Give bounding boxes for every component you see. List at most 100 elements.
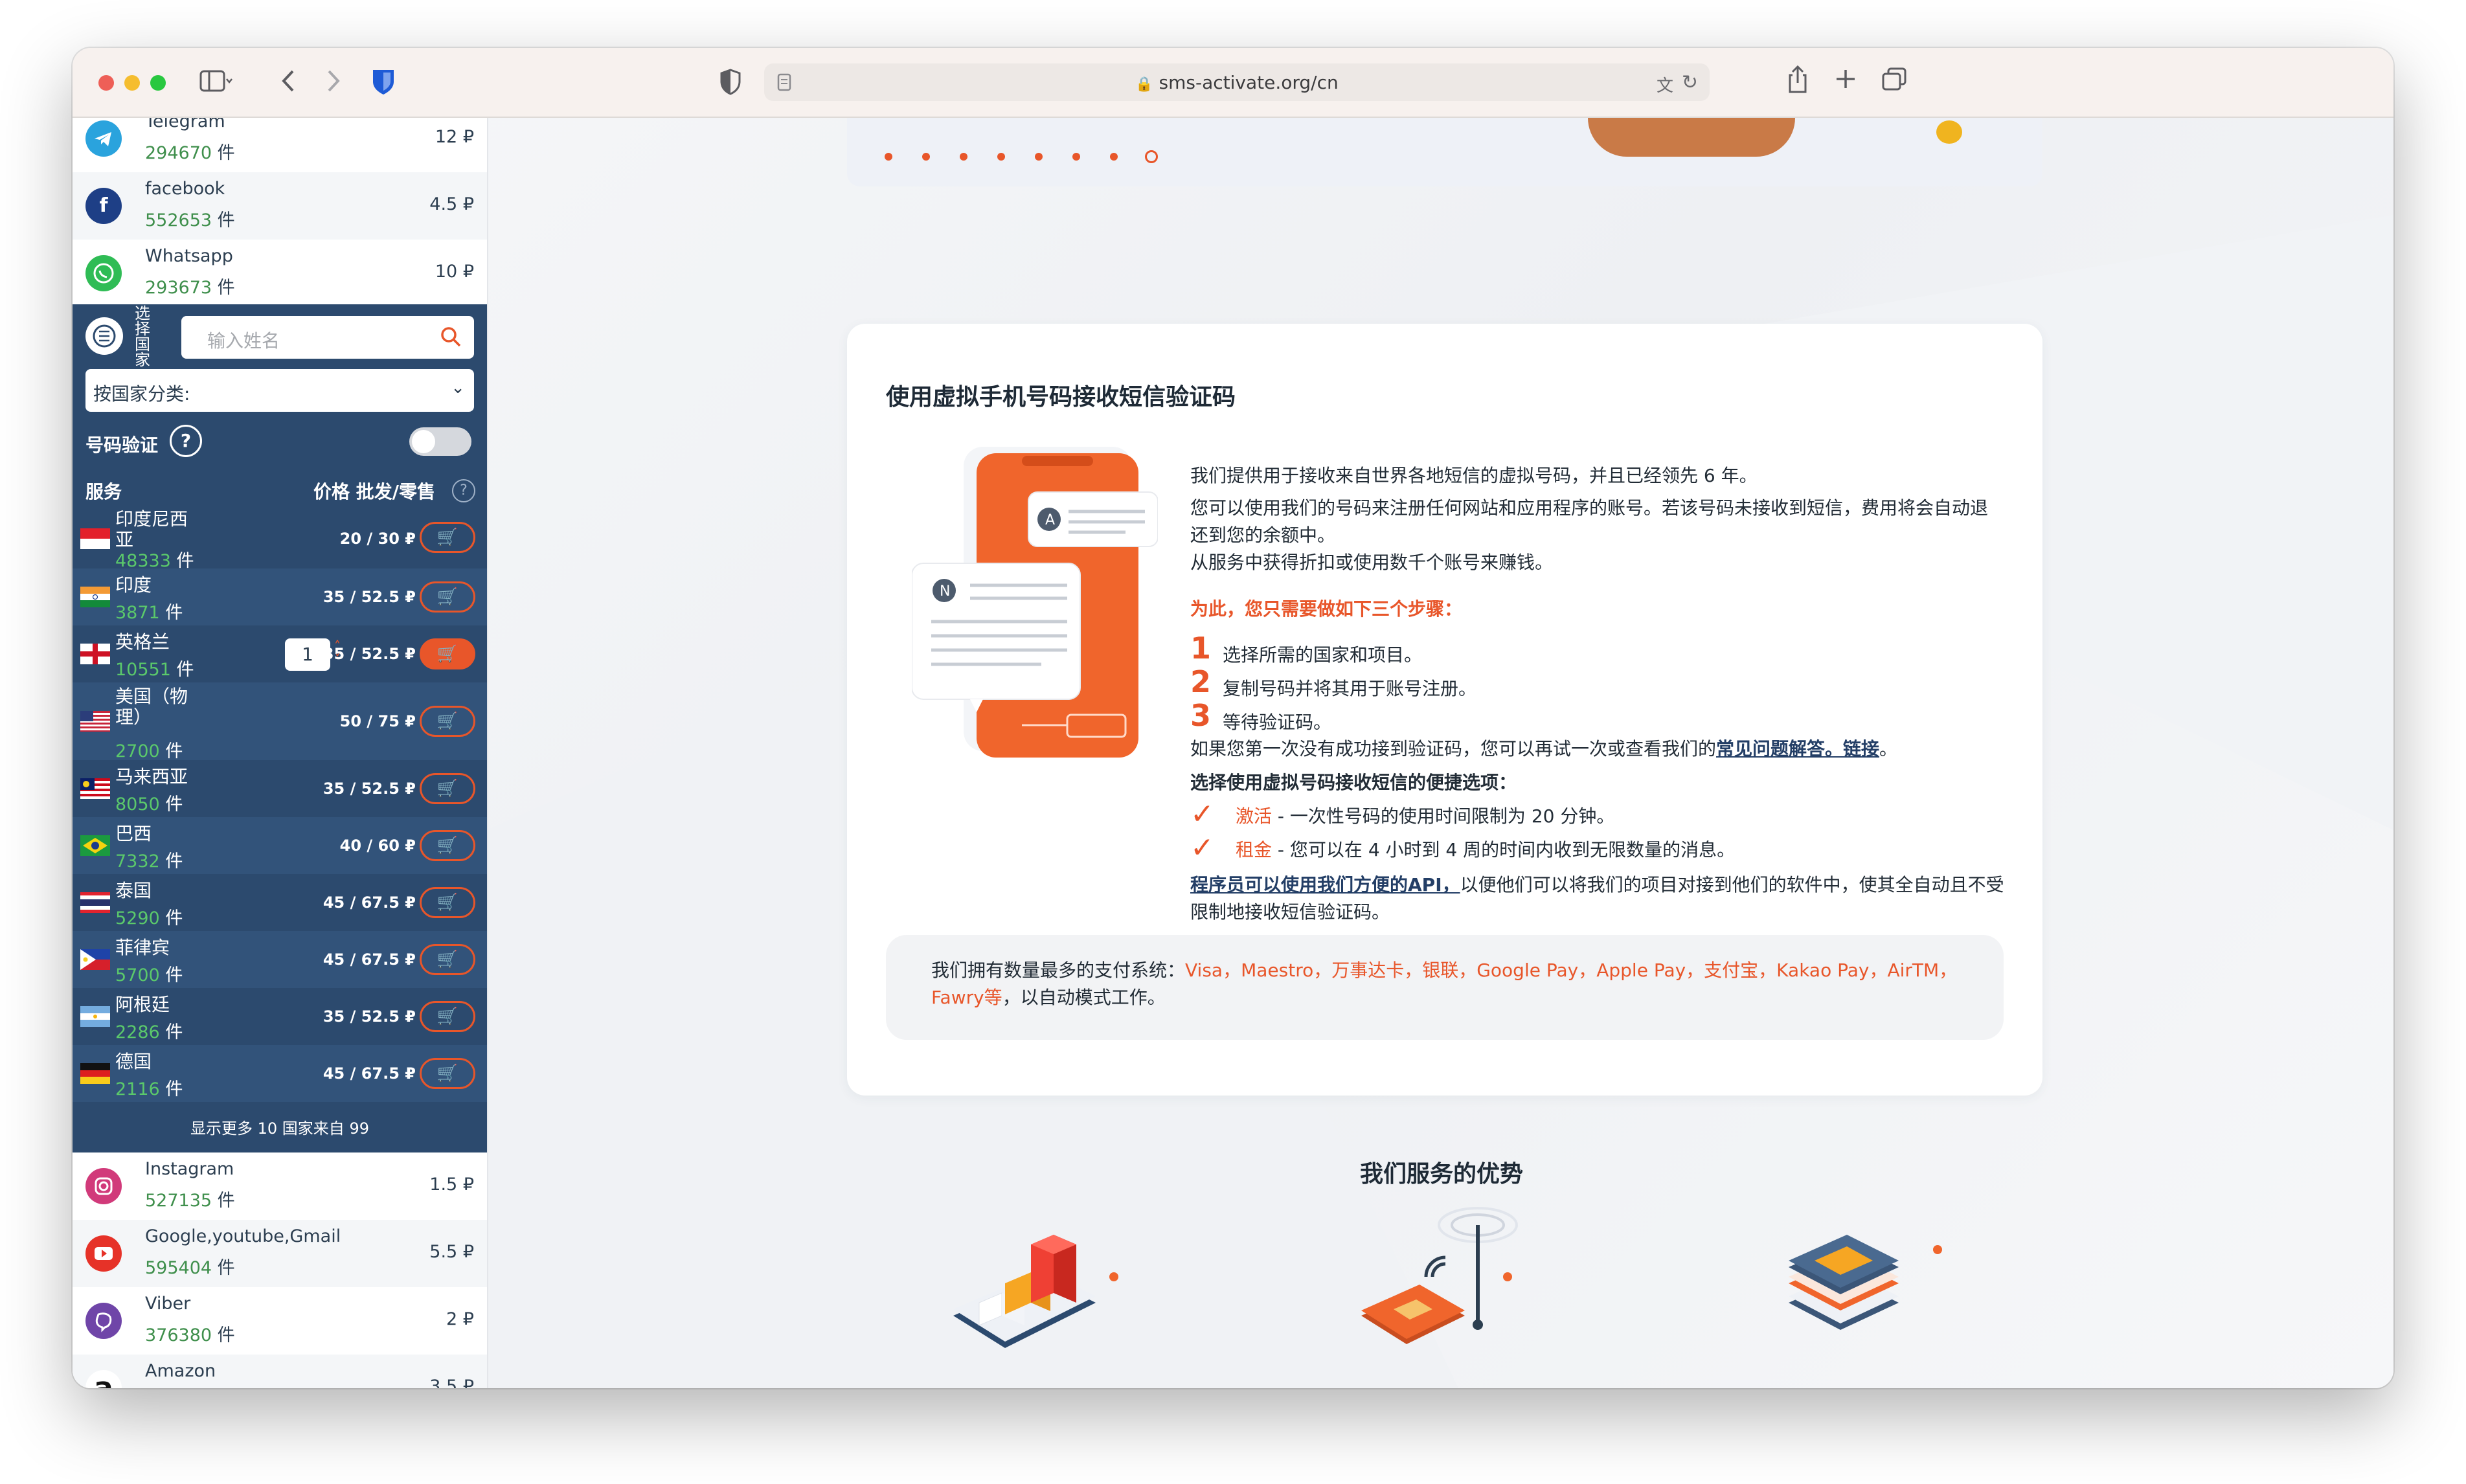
carousel-dot[interactable] <box>997 153 1005 161</box>
cart-icon: 🛒 <box>436 1007 458 1026</box>
country-count: 5700 件 <box>115 965 183 985</box>
api-line-2: 限制地接收短信验证码。 <box>1190 901 1390 923</box>
service-name: Viber <box>145 1294 191 1314</box>
verification-toggle[interactable] <box>409 427 471 456</box>
cart-button[interactable]: 🛒 <box>420 944 475 975</box>
service-name: facebook <box>145 179 225 199</box>
country-price: 40 / 60 ₽ <box>339 837 416 855</box>
svg-text:N: N <box>940 583 950 600</box>
reload-icon[interactable]: ↻ <box>1682 71 1698 94</box>
thailand-flag-icon <box>80 892 110 913</box>
carousel-dot[interactable] <box>1072 153 1080 161</box>
carousel-dot[interactable] <box>960 153 967 161</box>
country-row-england[interactable]: 英格兰 10551 件 1 ˄ ˅ 35 / 52.5 ₽ 🛒 <box>73 625 487 682</box>
address-bar[interactable]: 🔒 sms-activate.org/cn 文 ↻ <box>764 63 1710 101</box>
back-icon[interactable] <box>278 67 298 98</box>
service-row-instagram[interactable]: Instagram 527135 件 1.5 ₽ <box>73 1152 487 1221</box>
country-row-malaysia[interactable]: 马来西亚 8050 件 35 / 52.5 ₽ 🛒 <box>73 760 487 817</box>
forward-icon[interactable] <box>324 67 343 98</box>
carousel-dot[interactable] <box>1035 153 1043 161</box>
search-icon[interactable] <box>439 325 462 354</box>
country-row-usa[interactable]: 美国（物理） 2700 件 50 / 75 ₽ 🛒 <box>73 682 487 761</box>
intro-line: 从服务中获得折扣或使用数千个账号来赚钱。 <box>1190 552 1554 573</box>
service-row-viber[interactable]: Viber 376380 件 2 ₽ <box>73 1287 487 1356</box>
service-row-amazon[interactable]: a Amazon 3.5 ₽ <box>73 1355 487 1388</box>
service-row-whatsapp[interactable]: Whatsapp 293673 件 10 ₽ <box>73 240 487 308</box>
step-text: 复制号码并将其用于账号注册。 <box>1223 678 1477 699</box>
usa-flag-icon <box>80 711 110 732</box>
zoom-window-button[interactable] <box>150 75 166 91</box>
sim-cards-illustration <box>1789 1235 1942 1330</box>
youtube-icon <box>85 1235 122 1272</box>
country-row-indonesia[interactable]: 印度尼西亚 48333 件 20 / 30 ₽ 🛒 <box>73 506 487 571</box>
faq-link[interactable]: 常见问题解答。链接 <box>1716 738 1879 759</box>
api-line: 程序员可以使用我们方便的API，以便他们可以将我们的项目对接到他们的软件中，使其… <box>1190 874 2004 895</box>
cart-button[interactable]: 🛒 <box>420 1058 475 1089</box>
sidebar-toggle-icon[interactable] <box>199 69 233 98</box>
country-search-input[interactable]: 输入姓名 <box>181 316 474 359</box>
help-icon[interactable]: ? <box>170 425 202 457</box>
hero-illustration <box>1588 118 1795 157</box>
country-panel: 选择国家 输入姓名 按国家分类: ⌄ 号码验证 ? 服务 价格 批发/零售 ? <box>73 304 487 1152</box>
service-row-facebook[interactable]: f facebook 552653 件 4.5 ₽ <box>73 172 487 241</box>
cart-button[interactable]: 🛒 <box>420 887 475 918</box>
country-row-india[interactable]: 印度 3871 件 35 / 52.5 ₽ 🛒 <box>73 568 487 625</box>
service-name: Amazon <box>145 1361 216 1381</box>
service-column-header: 服务 <box>85 481 122 502</box>
country-row-germany[interactable]: 德国 2116 件 45 / 67.5 ₽ 🛒 <box>73 1045 487 1102</box>
minimize-window-button[interactable] <box>124 75 140 91</box>
option-activation: 激活 - 一次性号码的使用时间限制为 20 分钟。 <box>1236 805 1615 827</box>
carousel-dot[interactable] <box>885 153 892 161</box>
service-price: 1.5 ₽ <box>429 1175 474 1195</box>
price-help-icon[interactable]: ? <box>452 479 475 502</box>
service-count: 552653 件 <box>145 210 235 230</box>
api-link[interactable]: 程序员可以使用我们方便的API， <box>1190 874 1460 895</box>
privacy-shield-icon[interactable] <box>719 67 742 100</box>
service-count: 294670 件 <box>145 143 235 163</box>
show-more-countries-link[interactable]: 显示更多 10 国家来自 99 <box>73 1111 487 1152</box>
tab-overview-icon[interactable] <box>1881 67 1908 96</box>
cart-icon: 🛒 <box>436 779 458 798</box>
sort-label: 按国家分类: <box>93 383 190 405</box>
cart-button[interactable]: 🛒 <box>420 706 475 737</box>
country-name: 马来西亚 <box>115 766 188 787</box>
service-row-google[interactable]: Google,youtube,Gmail 595404 件 5.5 ₽ <box>73 1220 487 1288</box>
activation-link[interactable]: 激活 <box>1236 805 1272 827</box>
share-icon[interactable] <box>1786 65 1809 98</box>
country-sort-select[interactable]: 按国家分类: ⌄ <box>85 369 474 412</box>
rent-link[interactable]: 租金 <box>1236 839 1272 860</box>
service-price: 3.5 ₽ <box>429 1377 474 1388</box>
service-row-telegram[interactable]: Telegram 294670 件 12 ₽ <box>73 118 487 174</box>
country-row-brazil[interactable]: 巴西 7332 件 40 / 60 ₽ 🛒 <box>73 817 487 874</box>
bitwarden-extension-icon[interactable] <box>370 67 396 100</box>
close-window-button[interactable] <box>98 75 114 91</box>
cart-icon: 🛒 <box>436 893 458 912</box>
country-name: 印度 <box>115 574 152 596</box>
carousel-dot-active[interactable] <box>1145 150 1158 163</box>
country-row-philippines[interactable]: 菲律宾 5700 件 45 / 67.5 ₽ 🛒 <box>73 931 487 988</box>
carousel-dot[interactable] <box>922 153 930 161</box>
country-price: 50 / 75 ₽ <box>339 712 416 730</box>
cart-button[interactable]: 🛒 <box>420 581 475 613</box>
service-price: 10 ₽ <box>435 262 474 282</box>
cart-button[interactable]: 🛒 <box>420 830 475 861</box>
checkmark-icon: ✓ <box>1190 831 1214 864</box>
faq-line: 如果您第一次没有成功接到验证码，您可以再试一次或查看我们的常见问题解答。链接。 <box>1190 738 1898 759</box>
cart-button[interactable]: 🛒 <box>420 522 475 553</box>
country-price: 35 / 52.5 ₽ <box>322 780 416 798</box>
step-number: 1 <box>1190 631 1212 666</box>
country-row-thailand[interactable]: 泰国 5290 件 45 / 67.5 ₽ 🛒 <box>73 874 487 931</box>
cart-button[interactable]: 🛒 <box>420 1001 475 1032</box>
philippines-flag-icon <box>80 949 110 970</box>
step-text: 选择所需的国家和项目。 <box>1223 644 1423 666</box>
carousel-dot[interactable] <box>1110 153 1118 161</box>
country-name: 阿根廷 <box>115 994 170 1015</box>
viber-icon <box>85 1303 122 1339</box>
translate-icon[interactable]: 文 <box>1657 73 1673 96</box>
cart-button[interactable]: 🛒 <box>420 773 475 804</box>
country-count: 8050 件 <box>115 794 183 815</box>
country-row-argentina[interactable]: 阿根廷 2286 件 35 / 52.5 ₽ 🛒 <box>73 988 487 1045</box>
cart-button-active[interactable]: 🛒 <box>420 638 475 669</box>
new-tab-icon[interactable] <box>1834 67 1857 95</box>
checkmark-icon: ✓ <box>1190 798 1214 831</box>
